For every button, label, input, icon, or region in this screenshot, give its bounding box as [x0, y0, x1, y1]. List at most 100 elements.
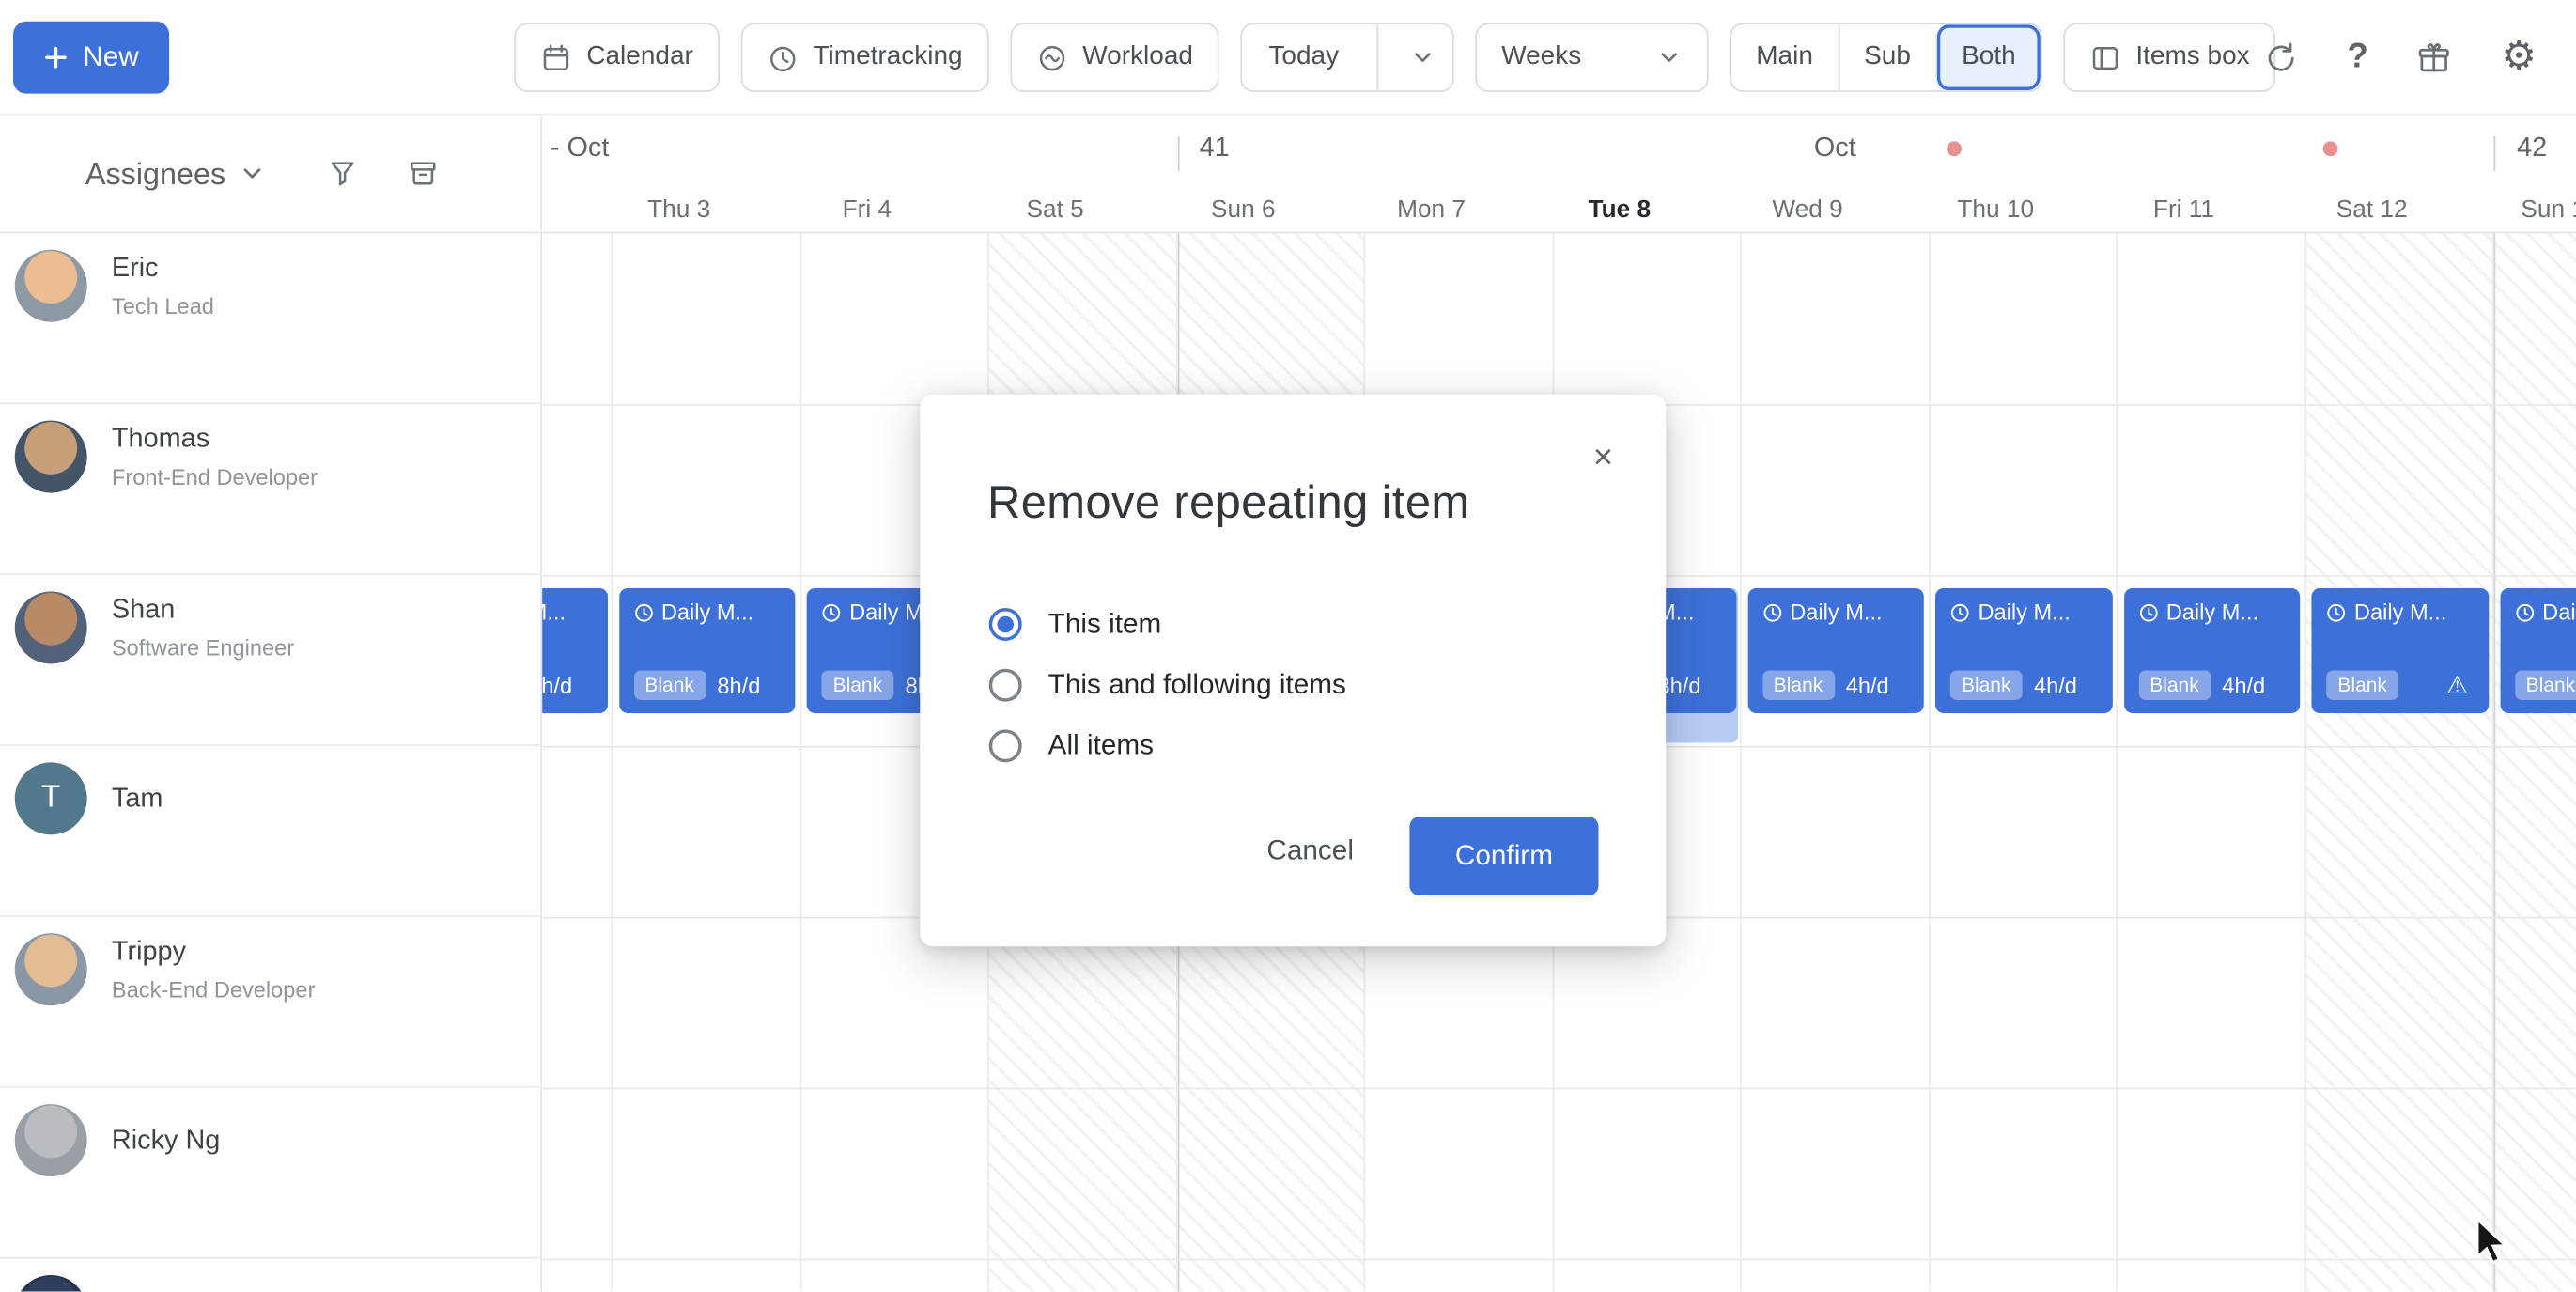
day-header[interactable]: [542, 184, 613, 233]
grid-column[interactable]: [542, 233, 613, 1291]
workload-button-label: Workload: [1082, 42, 1193, 71]
task-bar-meta-row: Blank8h/d: [542, 670, 592, 699]
week-separator: [1177, 136, 1179, 171]
option-label: This and following items: [1048, 669, 1346, 702]
blank-badge: Blank: [821, 670, 893, 699]
segment-both[interactable]: Both: [1935, 24, 2041, 90]
hours-per-day: 8h/d: [542, 673, 572, 697]
archive-button[interactable]: [408, 158, 439, 189]
confirm-button[interactable]: Confirm: [1409, 817, 1598, 895]
repeat-option[interactable]: This and following items: [989, 662, 1346, 708]
new-button-label: New: [83, 41, 138, 74]
assignee-row[interactable]: ShanSoftware Engineer: [0, 575, 540, 746]
task-bar[interactable]: Daily M...Blank8h/d: [618, 588, 795, 713]
assignee-info: ShanSoftware Engineer: [112, 592, 294, 745]
task-bar[interactable]: Daily M...Blank8h/d: [542, 588, 607, 713]
whats-new-button[interactable]: [2417, 40, 2452, 75]
zoom-select[interactable]: Weeks: [1475, 23, 1708, 91]
grid-column[interactable]: [1742, 233, 1930, 1291]
task-bar[interactable]: Daily M...Blank: [2500, 588, 2576, 713]
workload-button[interactable]: Workload: [1010, 23, 1219, 91]
mouse-cursor: [2475, 1218, 2517, 1267]
task-bar-meta-row: Blank4h/d: [1950, 670, 2098, 699]
today-split-button: Today: [1241, 23, 1454, 91]
day-header-tue-8[interactable]: Tue 8: [1553, 184, 1741, 233]
assignee-name: Shan: [112, 595, 294, 626]
assignee-info: Tam: [112, 762, 163, 834]
blank-badge: Blank: [1762, 670, 1835, 699]
grid-column[interactable]: [2494, 233, 2576, 1291]
option-label: This item: [1048, 608, 1162, 641]
calendar-button[interactable]: Calendar: [514, 23, 719, 91]
grid-column[interactable]: [2305, 233, 2493, 1291]
today-dropdown-button[interactable]: [1393, 24, 1452, 90]
day-label: Sun 13: [2521, 195, 2576, 223]
assignee-row[interactable]: TTam: [0, 746, 540, 917]
week-number: 42: [2517, 133, 2547, 164]
task-title: Daily M...: [661, 599, 753, 624]
refresh-button[interactable]: [2263, 40, 2298, 75]
radio-button[interactable]: [989, 669, 1022, 702]
new-button[interactable]: New: [13, 22, 169, 94]
grid-column[interactable]: [1930, 233, 2118, 1291]
timetracking-button[interactable]: Timetracking: [741, 23, 989, 91]
assignee-row[interactable]: Ricky Ng: [0, 1088, 540, 1259]
help-button[interactable]: ?: [2347, 38, 2367, 77]
radio-button-selected[interactable]: [989, 608, 1022, 641]
repeat-option[interactable]: This item: [989, 601, 1346, 647]
clock-icon: [768, 42, 799, 73]
settings-button[interactable]: ⚙: [2501, 38, 2537, 77]
row-divider: [542, 1259, 2576, 1261]
day-label: Thu 3: [647, 195, 710, 223]
day-header-sun-6[interactable]: Sun 6: [1177, 184, 1365, 233]
chevron-down-icon: [1409, 44, 1435, 70]
day-header-sat-12[interactable]: Sat 12: [2305, 184, 2493, 233]
gear-icon: ⚙: [2501, 38, 2537, 77]
assignee-name: Thomas: [112, 424, 318, 455]
assignees-dropdown-chevron[interactable]: [239, 160, 267, 188]
task-bar[interactable]: Daily M...Blank4h/d: [2123, 588, 2300, 713]
task-bar[interactable]: Daily M...Blank⚠: [2311, 588, 2488, 713]
avatar: [15, 1104, 87, 1176]
day-header-fri-4[interactable]: Fri 4: [801, 184, 989, 233]
chevron-down-icon: [239, 160, 267, 188]
week-separator: [2494, 136, 2496, 171]
assignee-row[interactable]: EricTech Lead: [0, 233, 540, 404]
day-header-thu-3[interactable]: Thu 3: [613, 184, 800, 233]
items-box-button[interactable]: Items box: [2063, 23, 2275, 91]
filter-button[interactable]: [327, 158, 358, 189]
option-label: All items: [1048, 729, 1154, 762]
dialog-title: Remove repeating item: [987, 476, 1470, 529]
zoom-select-value: Weeks: [1501, 42, 1581, 71]
assignee-name: Eric: [112, 253, 214, 284]
task-bar-title-row: Daily M...: [2138, 599, 2286, 624]
close-icon[interactable]: ×: [1593, 441, 1613, 475]
task-bar[interactable]: Daily M...Blank4h/d: [1935, 588, 2112, 713]
today-button[interactable]: Today: [1242, 42, 1361, 71]
day-header-wed-9[interactable]: Wed 9: [1742, 184, 1930, 233]
task-title: Daily M...: [1790, 599, 1882, 624]
assignee-row[interactable]: ThomasFront-End Developer: [0, 404, 540, 575]
archive-icon: [408, 158, 439, 189]
day-header-sun-13[interactable]: Sun 13: [2494, 184, 2576, 233]
day-header-sat-5[interactable]: Sat 5: [989, 184, 1177, 233]
remove-repeating-item-dialog: × Remove repeating item This item This an…: [920, 395, 1666, 947]
day-header-fri-11[interactable]: Fri 11: [2118, 184, 2305, 233]
app-root: New Calendar Timetracking Workload Today: [0, 0, 2576, 1291]
assignees-dropdown[interactable]: Assignees: [85, 155, 225, 191]
task-title: Daily M...: [2166, 599, 2258, 624]
day-header-thu-10[interactable]: Thu 10: [1930, 184, 2118, 233]
avatar: [15, 1275, 87, 1291]
day-header-mon-7[interactable]: Mon 7: [1365, 184, 1553, 233]
assignee-name: Ricky Ng: [112, 1125, 220, 1156]
radio-button[interactable]: [989, 729, 1022, 762]
segment-sub[interactable]: Sub: [1838, 24, 1935, 90]
segment-main[interactable]: Main: [1731, 24, 1838, 90]
task-bar[interactable]: Daily M...Blank4h/d: [1747, 588, 1924, 713]
cancel-button[interactable]: Cancel: [1266, 834, 1354, 867]
grid-column[interactable]: [2118, 233, 2305, 1291]
assignee-row[interactable]: [0, 1259, 540, 1292]
grid-column[interactable]: [613, 233, 800, 1291]
repeat-option[interactable]: All items: [989, 723, 1346, 769]
assignee-row[interactable]: TrippyBack-End Developer: [0, 917, 540, 1088]
